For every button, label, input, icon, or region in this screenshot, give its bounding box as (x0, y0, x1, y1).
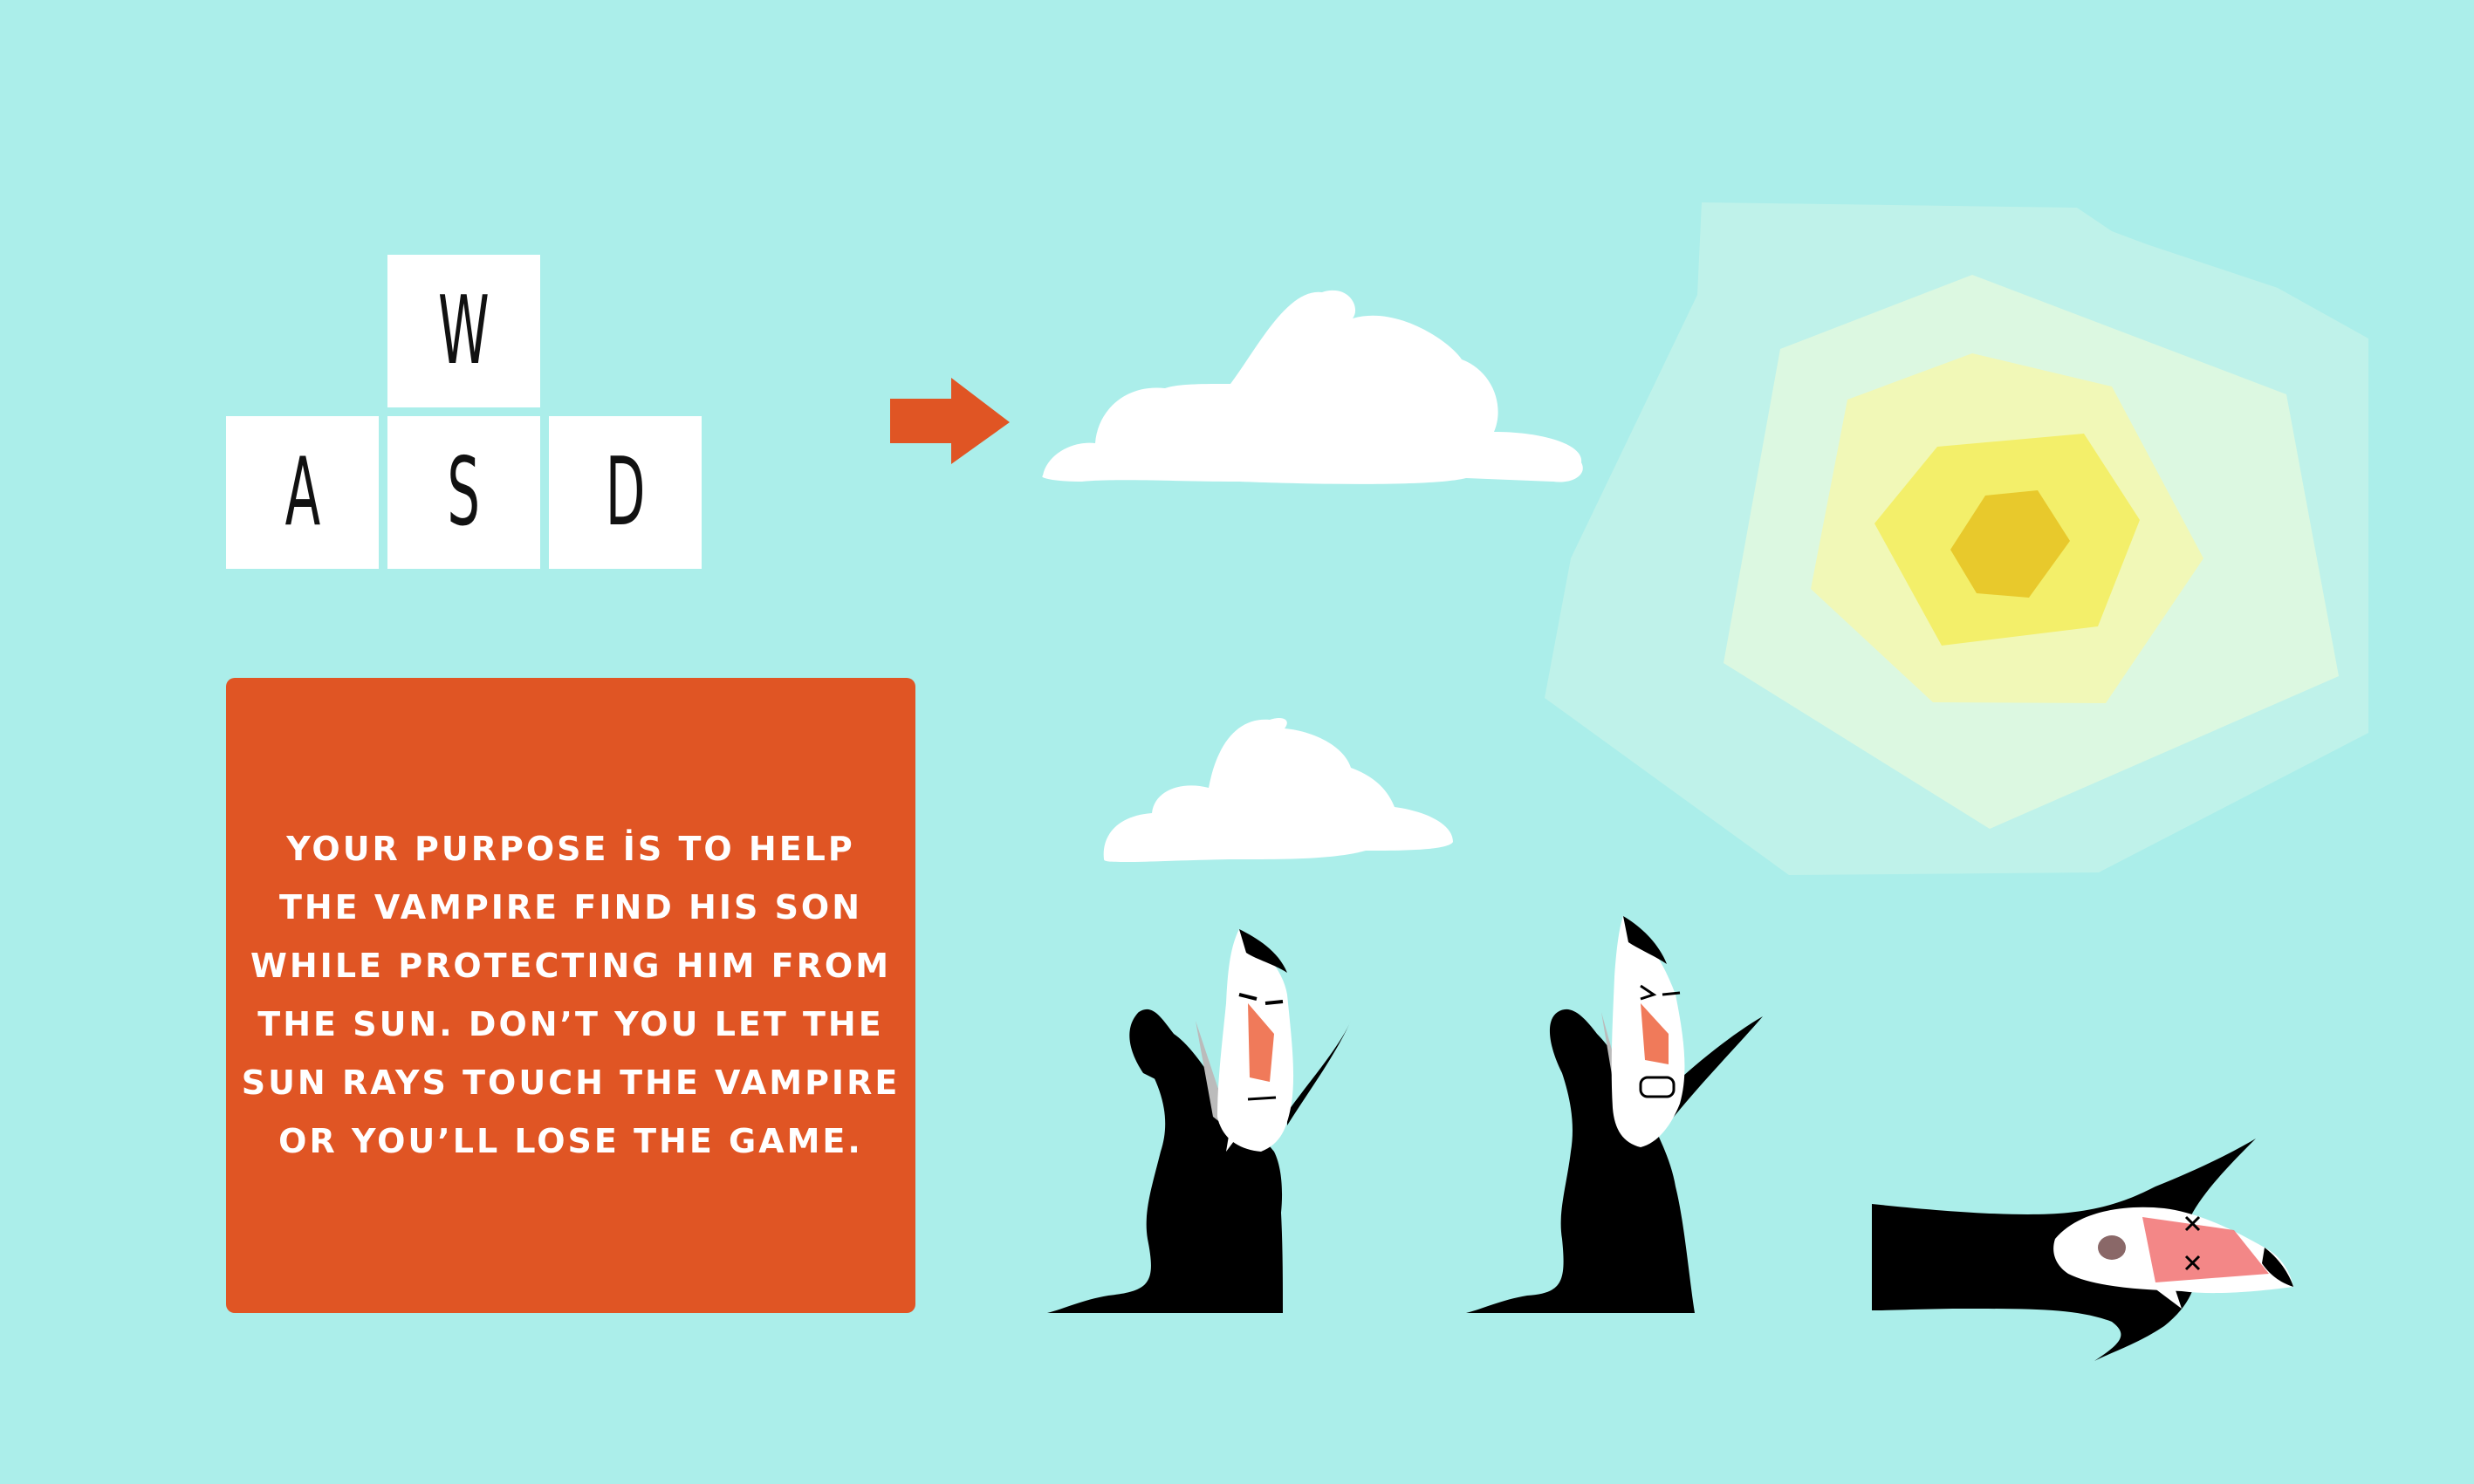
vampire-dead-icon (1872, 1139, 2293, 1361)
game-instructions-screen: W A S D YOUR PURPOSE İS TO HELP THE VAMP… (0, 0, 2474, 1484)
cloud-icon (1103, 718, 1453, 862)
vampire-idle-icon (1047, 929, 1351, 1313)
sun-icon (1545, 202, 2368, 875)
scene-graphics (890, 202, 2368, 1361)
right-arrow-icon (890, 378, 1010, 464)
cloud-icon (1042, 290, 1583, 484)
vampire-hurt-icon (1466, 916, 1763, 1313)
